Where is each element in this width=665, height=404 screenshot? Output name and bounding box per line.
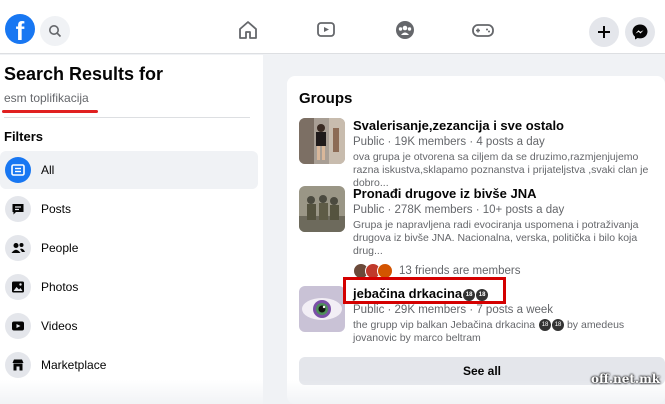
messenger-button[interactable] [625,17,655,47]
group-description: the grupp vip balkan Jebačina drkacina 1… [353,319,665,345]
filter-label: Marketplace [41,358,107,372]
age-18-badge-icon: 18 [552,319,565,332]
red-highlight-box [343,277,506,304]
filter-posts[interactable]: Posts [0,190,258,228]
filter-label: People [41,241,79,255]
red-highlight-underline [2,110,98,113]
friends-count: 13 friends are members [399,265,521,277]
marketplace-icon [5,352,31,378]
group-meta: Public · 278K members · 10+ posts a day [353,204,565,216]
home-tab[interactable] [236,18,260,42]
people-icon [5,235,31,261]
sidebar-divider [4,117,250,118]
top-navigation-bar: f [0,0,665,54]
search-filters-sidebar: Search Results for esm toplifikacija Fil… [0,55,263,404]
groups-heading: Groups [299,90,353,107]
filter-videos[interactable]: Videos [0,307,258,345]
bottom-fade [0,380,665,404]
home-icon [239,21,257,39]
filter-marketplace[interactable]: Marketplace [0,346,258,384]
groups-results-card: Groups Svalerisanje,zezancija i sve osta… [287,76,665,404]
facebook-logo[interactable]: f [5,14,35,44]
group-description: ova grupa je otvorena sa ciljem da se dr… [353,151,649,189]
group-name[interactable]: Svalerisanje,zezancija i sve ostalo [353,118,665,134]
filter-photos[interactable]: Photos [0,268,258,306]
watermark: off.net.mk [591,372,661,386]
filter-label: Videos [41,319,78,333]
plus-icon [598,26,610,38]
posts-icon [5,196,31,222]
photos-icon [5,274,31,300]
filter-label: All [41,163,55,177]
group-description: Grupa je napravljena radi evociranja usp… [353,219,639,257]
age-18-badge-icon: 18 [539,319,552,332]
filter-label: Photos [41,280,79,294]
search-query-text: esm toplifikacija [4,91,89,105]
groups-icon [396,21,414,39]
gaming-tab[interactable] [471,18,495,42]
group-thumbnail[interactable] [299,118,345,164]
search-button[interactable] [40,16,70,46]
search-results-title: Search Results for [4,64,164,84]
messenger-icon [632,24,648,40]
search-icon [49,25,62,38]
groups-tab[interactable] [393,18,417,42]
group-thumbnail[interactable] [299,286,345,332]
watch-icon [317,22,335,37]
group-meta: Public · 19K members · 4 posts a day [353,136,545,148]
feed-icon [5,157,31,183]
videos-icon [5,313,31,339]
group-thumbnail[interactable] [299,186,345,232]
filter-all[interactable]: All [0,151,258,189]
group-description-text: the grupp vip balkan Jebačina drkacina [353,319,536,331]
create-button[interactable] [589,17,619,47]
filter-people[interactable]: People [0,229,258,267]
watch-tab[interactable] [314,18,338,42]
group-meta: Public · 29K members · 7 posts a week [353,304,554,316]
gaming-icon [472,24,494,37]
filters-heading: Filters [4,129,44,144]
group-name[interactable]: Pronađi drugove iz bivše JNA [353,186,665,202]
filter-label: Posts [41,202,72,216]
